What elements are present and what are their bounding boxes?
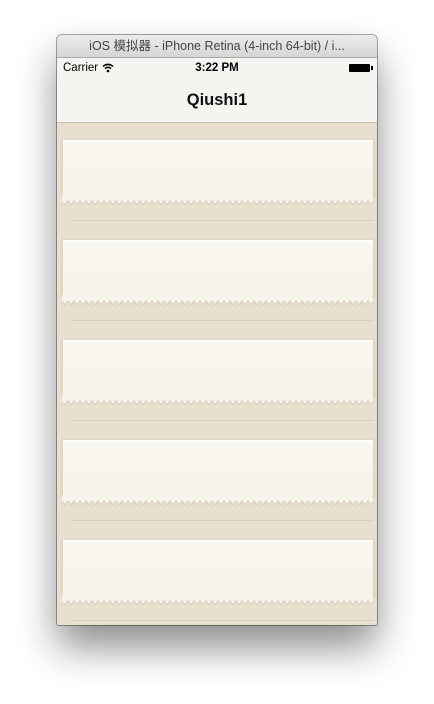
cell-card <box>62 239 374 296</box>
status-time: 3:22 PM <box>195 62 239 74</box>
cell-card <box>62 439 374 496</box>
battery-icon <box>349 64 373 72</box>
cell-separator <box>71 420 373 421</box>
table-cell-3[interactable] <box>57 323 377 423</box>
table-view[interactable] <box>57 123 377 625</box>
window-title: iOS 模拟器 - iPhone Retina (4-inch 64-bit) … <box>57 35 377 58</box>
table-cell-1[interactable] <box>57 123 377 223</box>
status-bar: Carrier 3:22 PM <box>57 58 377 78</box>
cell-separator <box>71 320 373 321</box>
torn-edge <box>62 195 374 206</box>
nav-title: Qiushi1 <box>186 91 248 109</box>
cell-separator <box>71 620 373 621</box>
table-cell-2[interactable] <box>57 223 377 323</box>
cell-separator <box>71 520 373 521</box>
torn-edge <box>62 295 374 306</box>
nav-bar: Qiushi1 <box>57 78 377 123</box>
torn-edge <box>62 595 374 606</box>
cell-card <box>62 539 374 596</box>
torn-edge <box>62 495 374 506</box>
torn-edge <box>62 395 374 406</box>
simulator-window: iOS 模拟器 - iPhone Retina (4-inch 64-bit) … <box>57 35 377 625</box>
cell-card <box>62 139 374 196</box>
table-cell-5[interactable] <box>57 523 377 623</box>
cell-card <box>62 339 374 396</box>
cell-separator <box>71 220 373 221</box>
table-cell-4[interactable] <box>57 423 377 523</box>
